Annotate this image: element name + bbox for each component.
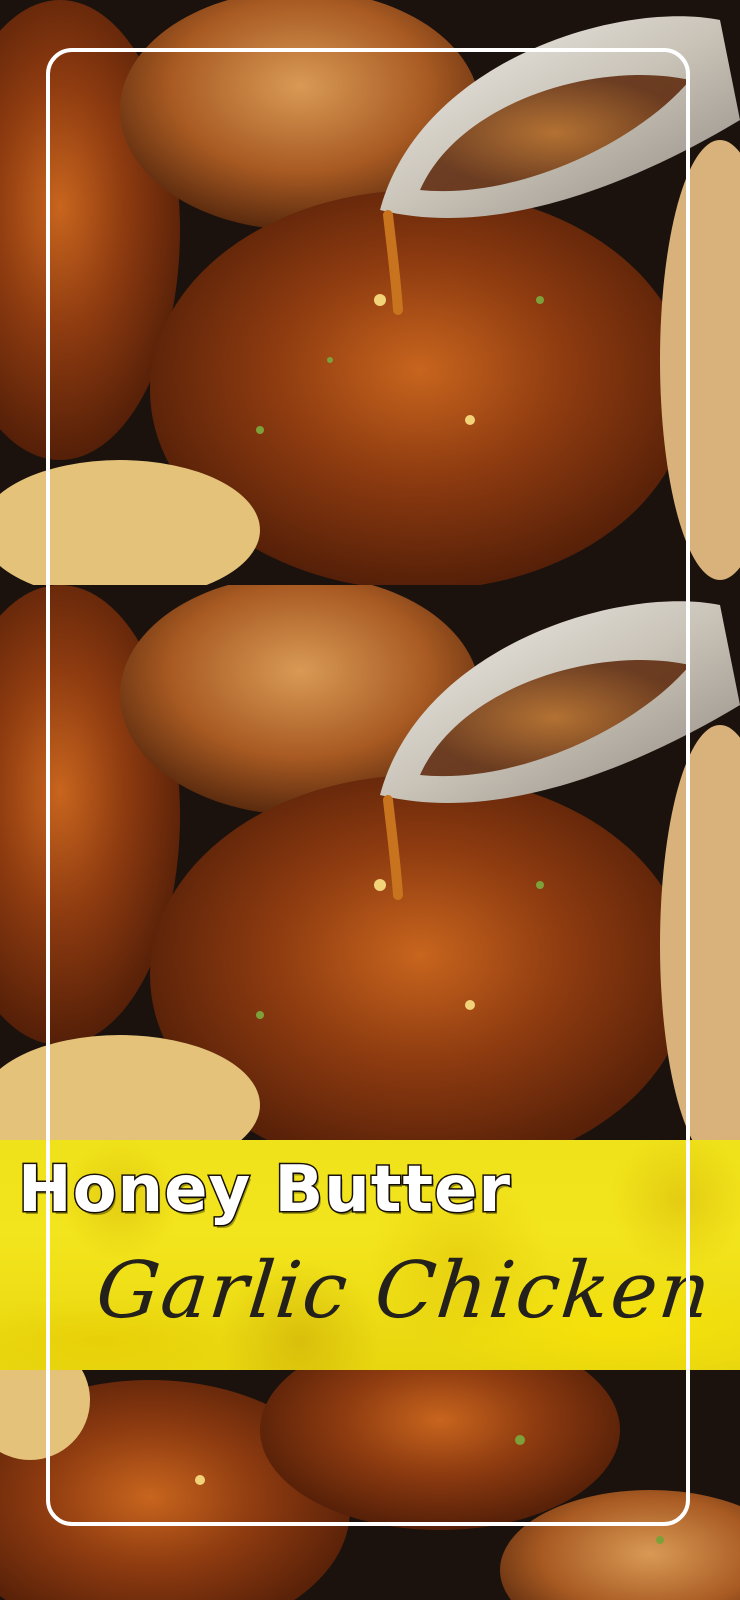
food-photo-top — [0, 0, 740, 585]
glazed-chicken-image — [0, 1370, 740, 1600]
food-photo-bottom — [0, 1370, 740, 1600]
glazed-chicken-image — [0, 585, 740, 1140]
food-photo-middle — [0, 585, 740, 1140]
recipe-title-script: Garlic Chicken — [92, 1246, 717, 1336]
title-banner: Honey Butter Garlic Chicken — [0, 1140, 740, 1370]
recipe-pin: Honey Butter Garlic Chicken — [0, 0, 740, 1600]
glazed-chicken-image — [0, 0, 740, 585]
recipe-title-primary: Honey Butter — [17, 1153, 512, 1227]
